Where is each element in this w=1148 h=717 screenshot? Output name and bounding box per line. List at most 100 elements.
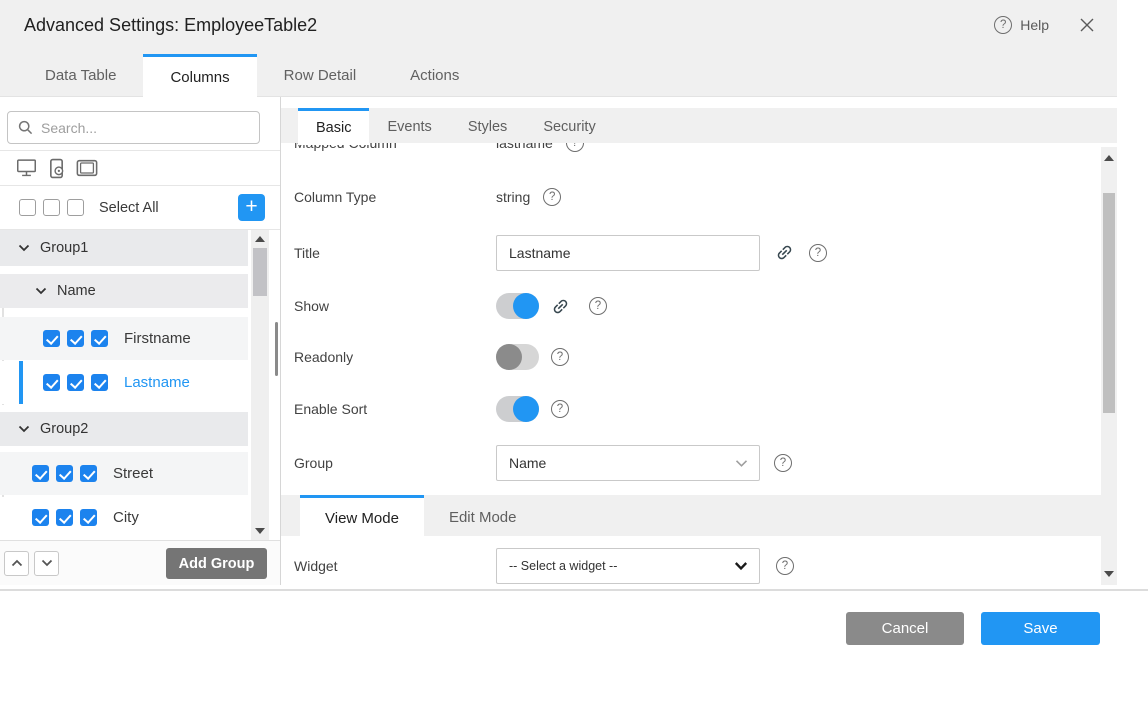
selected-indicator — [19, 361, 23, 404]
settings-form: Mapped Column lastname Column Type strin… — [281, 143, 1101, 585]
select-all-checkbox-tablet[interactable] — [67, 199, 84, 216]
street-checkbox-mobile[interactable] — [56, 465, 73, 482]
enable-sort-toggle[interactable] — [496, 396, 539, 422]
help-button[interactable]: Help — [1020, 17, 1049, 33]
tab-basic[interactable]: Basic — [298, 108, 369, 145]
tablet-icon[interactable] — [76, 159, 98, 177]
help-icon[interactable] — [774, 454, 792, 472]
panel-scrollbar[interactable] — [1101, 147, 1117, 585]
scroll-up-icon[interactable] — [255, 236, 265, 242]
add-column-button[interactable]: + — [238, 194, 265, 221]
select-all-checkbox-desktop[interactable] — [19, 199, 36, 216]
chevron-down-icon — [18, 425, 30, 433]
field-row-column-type: Column Type string — [281, 169, 1101, 224]
tree-item-firstname[interactable]: Firstname — [0, 317, 248, 360]
chevron-down-icon — [735, 459, 748, 468]
move-up-button[interactable] — [4, 551, 29, 576]
tab-view-mode[interactable]: View Mode — [300, 495, 424, 538]
street-checkbox-tablet[interactable] — [80, 465, 97, 482]
settings-tab-bar: Basic Events Styles Security — [281, 108, 1117, 143]
select-all-label: Select All — [99, 200, 159, 216]
help-icon[interactable] — [551, 400, 569, 418]
street-checkbox-desktop[interactable] — [32, 465, 49, 482]
help-icon[interactable] — [589, 297, 607, 315]
field-row-show: Show — [281, 281, 1101, 331]
field-row-widget: Widget -- Select a widget -- — [281, 536, 1101, 585]
lastname-checkbox-desktop[interactable] — [43, 374, 60, 391]
desktop-icon[interactable] — [16, 158, 37, 178]
scroll-down-icon[interactable] — [1104, 571, 1114, 577]
scrollbar-thumb[interactable] — [1103, 193, 1115, 413]
group-select[interactable]: Name — [496, 445, 760, 481]
readonly-toggle[interactable] — [496, 344, 539, 370]
tree-group1-header[interactable]: Group1 — [0, 230, 248, 266]
link-icon[interactable] — [547, 293, 574, 320]
mode-tab-bar: View Mode Edit Mode — [281, 495, 1101, 536]
tab-row-detail[interactable]: Row Detail — [257, 55, 384, 96]
tree-item-lastname[interactable]: Lastname — [0, 361, 248, 404]
panel-resize-handle[interactable] — [275, 322, 278, 376]
column-search-box[interactable] — [7, 111, 260, 144]
title-input[interactable] — [496, 235, 760, 271]
scrollbar-thumb[interactable] — [253, 248, 267, 296]
column-tree: Group1 Name Firstname Las — [0, 230, 281, 540]
tree-item-city[interactable]: City — [0, 497, 248, 538]
tab-events[interactable]: Events — [369, 111, 449, 143]
tree-item-street[interactable]: Street — [0, 452, 248, 495]
mapped-column-value: lastname — [496, 143, 553, 151]
sidebar-footer: Add Group — [0, 540, 280, 585]
dialog-body: Select All + Group1 Name — [0, 97, 1117, 585]
tab-columns[interactable]: Columns — [143, 54, 256, 98]
city-checkbox-tablet[interactable] — [80, 509, 97, 526]
chevron-down-icon — [18, 244, 30, 252]
tab-edit-mode[interactable]: Edit Mode — [424, 498, 542, 536]
select-all-row: Select All + — [0, 186, 280, 230]
scroll-up-icon[interactable] — [1104, 155, 1114, 161]
help-icon[interactable] — [809, 244, 827, 262]
chevron-down-icon — [35, 287, 47, 295]
tab-actions[interactable]: Actions — [383, 55, 486, 96]
firstname-checkbox-mobile[interactable] — [67, 330, 84, 347]
firstname-checkbox-tablet[interactable] — [91, 330, 108, 347]
move-down-button[interactable] — [34, 551, 59, 576]
cancel-button[interactable]: Cancel — [846, 612, 964, 645]
help-icon[interactable] — [566, 143, 584, 152]
close-icon[interactable] — [1079, 17, 1095, 33]
lastname-checkbox-tablet[interactable] — [91, 374, 108, 391]
show-toggle[interactable] — [496, 293, 539, 319]
select-all-checkbox-mobile[interactable] — [43, 199, 60, 216]
search-input[interactable] — [41, 120, 241, 136]
help-icon[interactable] — [543, 188, 561, 206]
firstname-checkbox-desktop[interactable] — [43, 330, 60, 347]
columns-sidebar: Select All + Group1 Name — [0, 97, 281, 585]
tree-name-group-header[interactable]: Name — [0, 274, 248, 308]
field-row-enable-sort: Enable Sort — [281, 383, 1101, 435]
link-icon[interactable] — [771, 239, 798, 266]
help-icon[interactable] — [994, 16, 1012, 34]
city-checkbox-mobile[interactable] — [56, 509, 73, 526]
tab-data-table[interactable]: Data Table — [18, 55, 143, 96]
main-tab-bar: Data Table Columns Row Detail Actions — [0, 50, 1117, 97]
city-checkbox-desktop[interactable] — [32, 509, 49, 526]
field-row-readonly: Readonly — [281, 331, 1101, 383]
field-row-group: Group Name — [281, 435, 1101, 491]
help-icon[interactable] — [776, 557, 794, 575]
widget-select[interactable]: -- Select a widget -- — [496, 548, 760, 584]
column-settings-panel: Basic Events Styles Security Mapped Colu… — [281, 97, 1117, 585]
tree-group2-header[interactable]: Group2 — [0, 412, 248, 446]
tab-styles[interactable]: Styles — [450, 111, 526, 143]
advanced-settings-dialog: Advanced Settings: EmployeeTable2 Help D… — [0, 0, 1117, 660]
add-group-button[interactable]: Add Group — [166, 548, 267, 579]
save-button[interactable]: Save — [981, 612, 1100, 645]
field-row-mapped-column: Mapped Column lastname — [281, 143, 1101, 169]
scroll-down-icon[interactable] — [255, 528, 265, 534]
chevron-down-icon — [734, 561, 748, 571]
dialog-title: Advanced Settings: EmployeeTable2 — [24, 15, 317, 36]
help-icon[interactable] — [551, 348, 569, 366]
tab-security[interactable]: Security — [525, 111, 613, 143]
sidebar-scrollbar[interactable] — [251, 230, 269, 540]
field-row-title: Title — [281, 224, 1101, 281]
device-filter-row — [0, 150, 280, 186]
mobile-icon[interactable] — [48, 158, 65, 179]
lastname-checkbox-mobile[interactable] — [67, 374, 84, 391]
